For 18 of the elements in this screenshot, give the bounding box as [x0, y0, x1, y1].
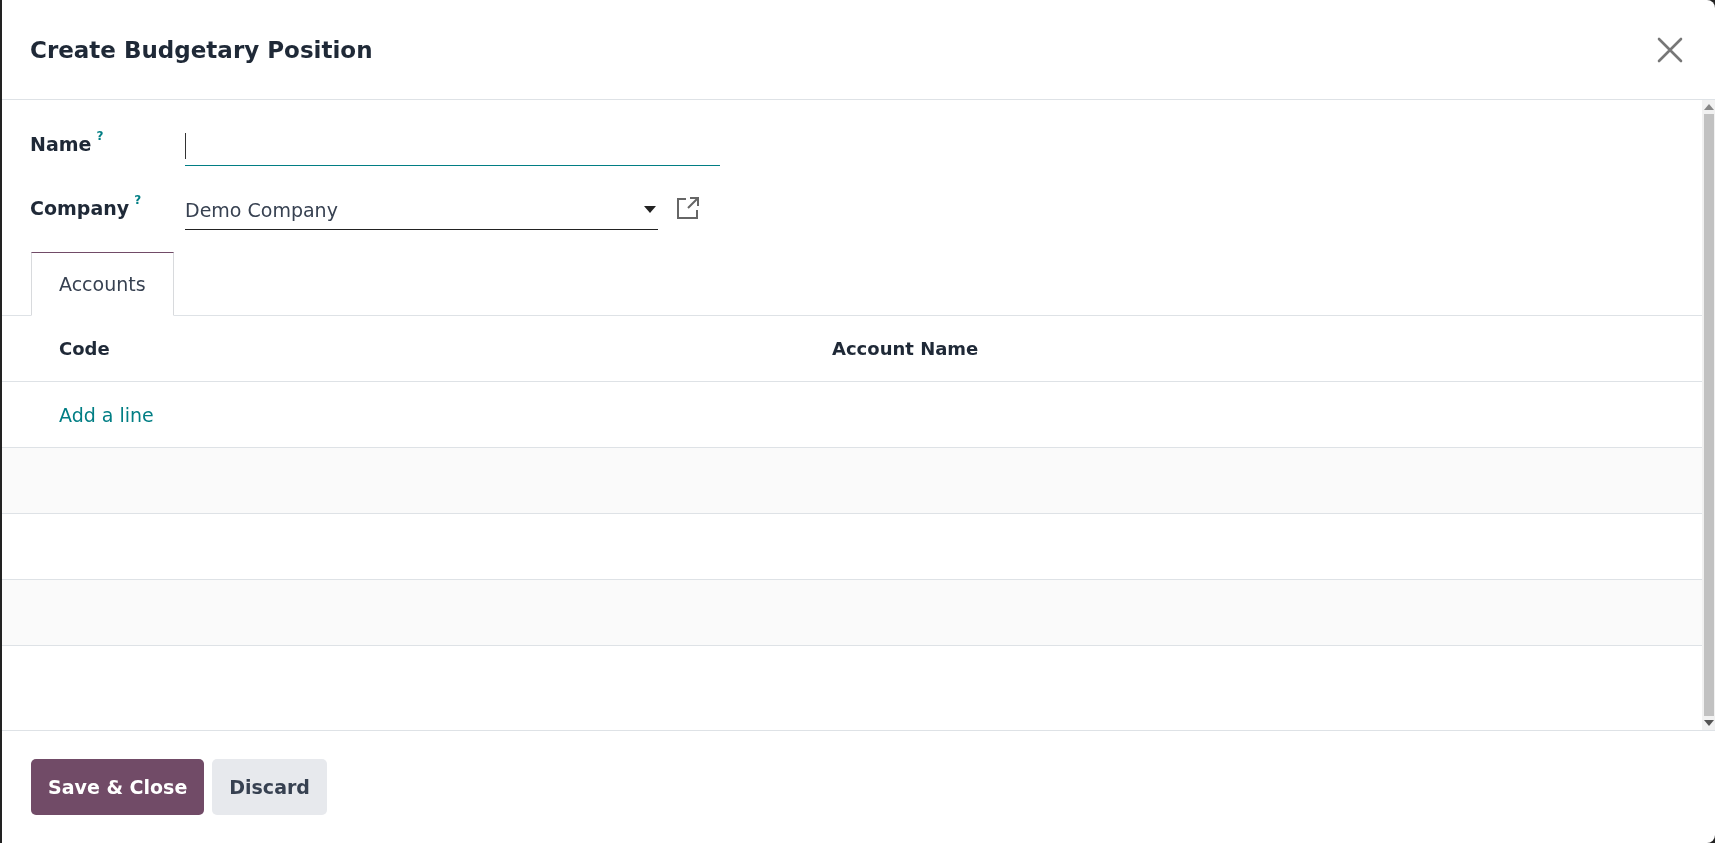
discard-button[interactable]: Discard	[212, 759, 327, 815]
column-header[interactable]: Account Name	[832, 338, 1605, 359]
save-button[interactable]: Save & Close	[31, 759, 205, 815]
scroll-up-icon[interactable]	[1703, 104, 1714, 110]
scroll-down-icon[interactable]	[1703, 720, 1714, 726]
column-header[interactable]: Code	[59, 338, 832, 359]
dialog-title: Create Budgetary Position	[30, 36, 373, 63]
field-label: Company	[30, 197, 130, 219]
tab[interactable]: Accounts	[31, 252, 174, 316]
help-tooltip[interactable]: ?	[134, 193, 142, 207]
help-tooltip[interactable]: ?	[96, 129, 104, 143]
dropdown-caret-icon	[644, 206, 656, 213]
scrollbar[interactable]	[1702, 100, 1715, 730]
company-select-field[interactable]: Demo Company	[185, 190, 658, 230]
close-icon[interactable]	[1657, 36, 1683, 63]
add-line-link[interactable]: Add a line	[59, 403, 154, 426]
external-link-icon[interactable]	[676, 196, 700, 220]
field-label: Name	[30, 133, 92, 155]
